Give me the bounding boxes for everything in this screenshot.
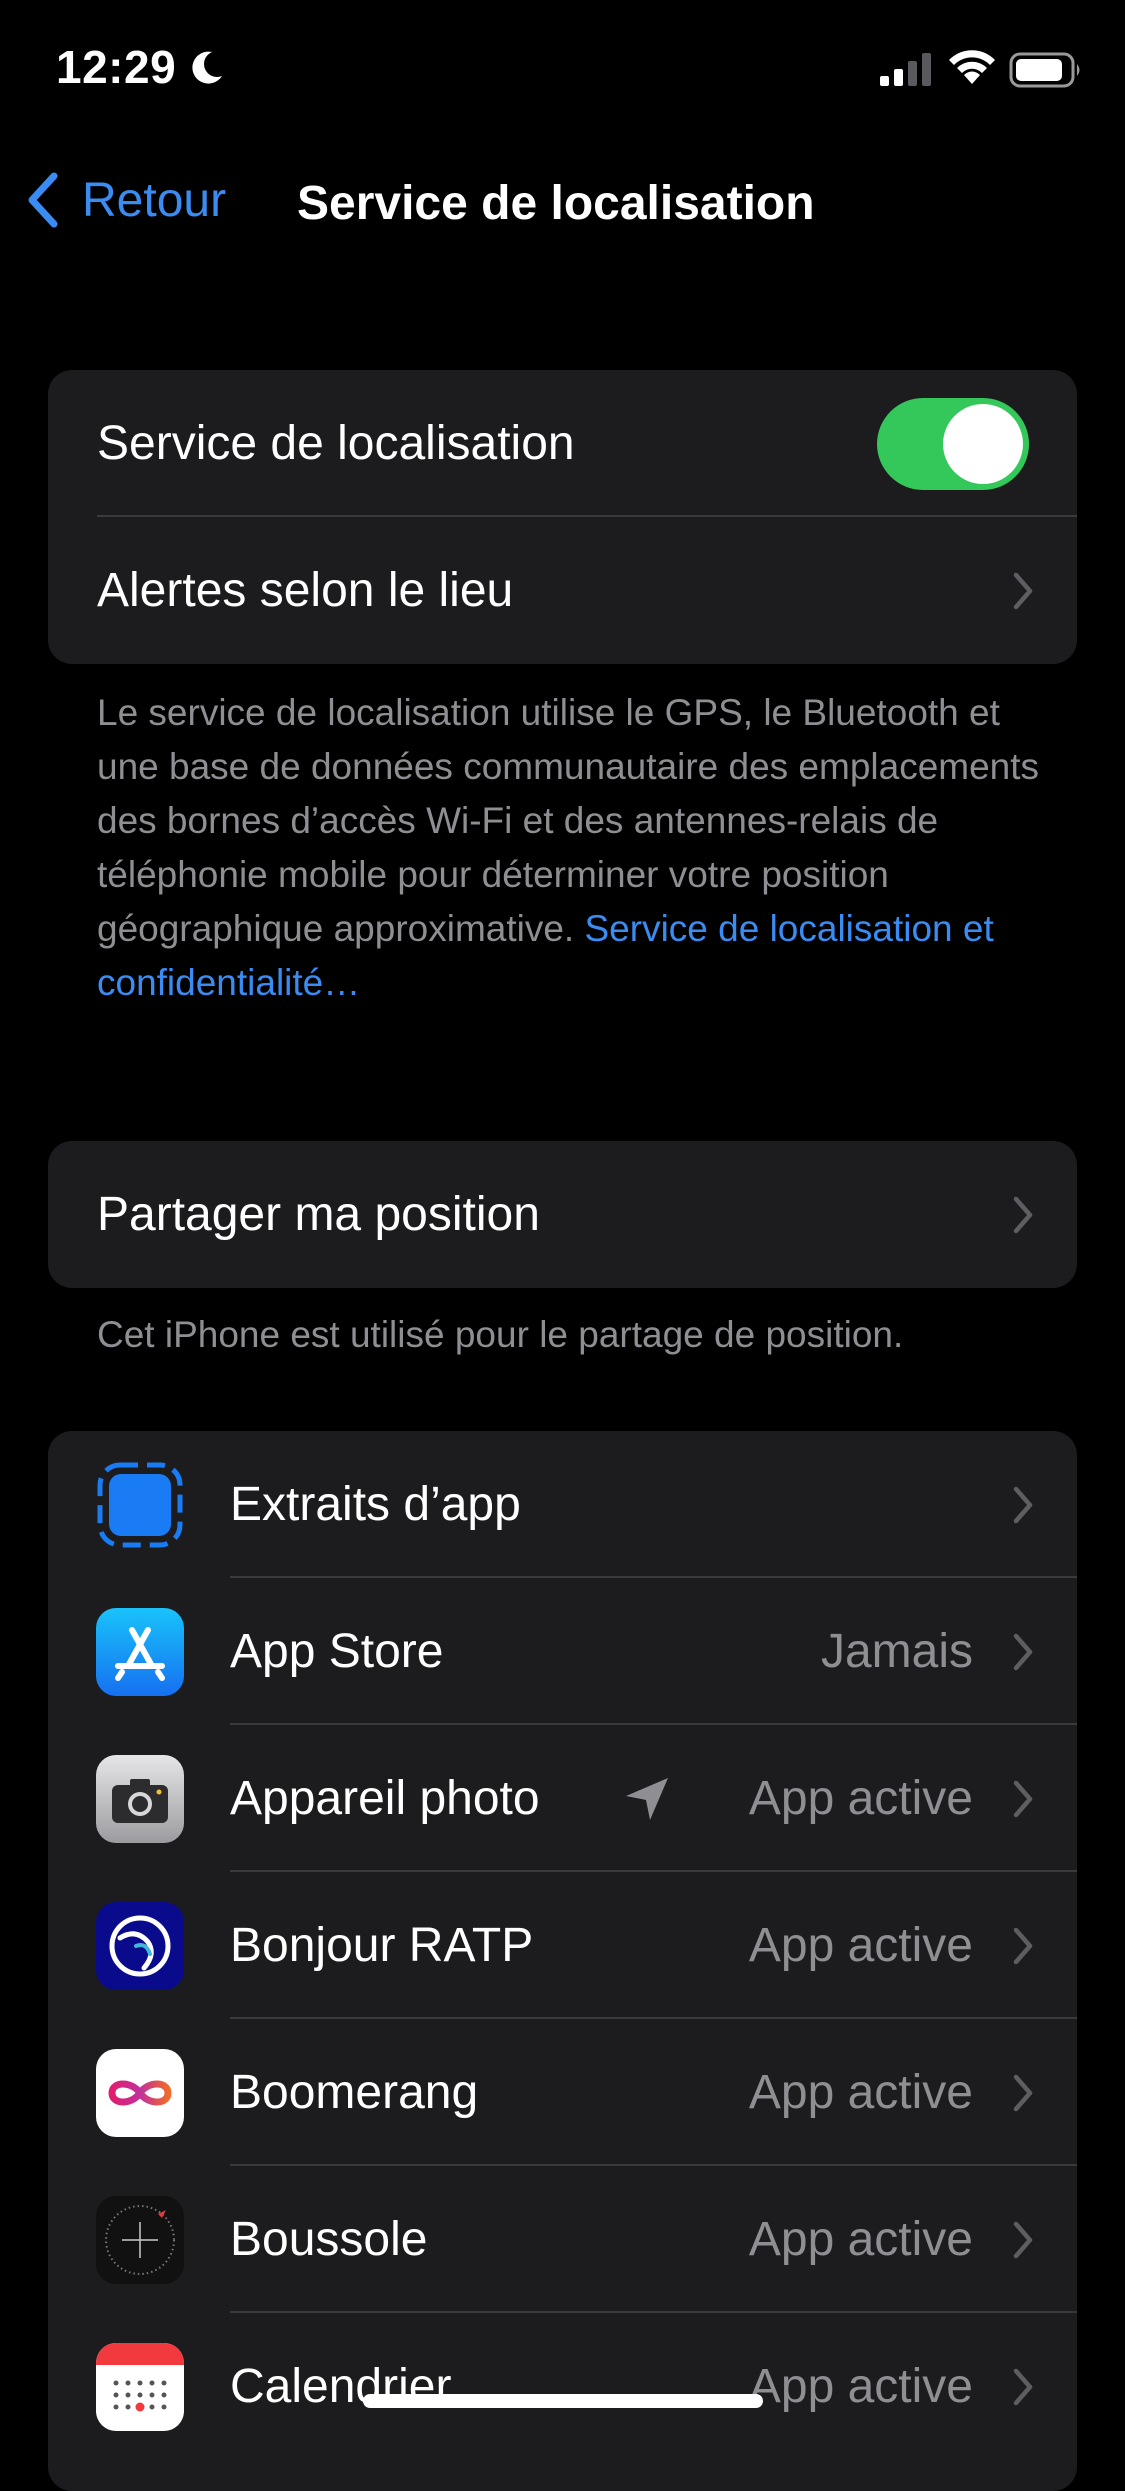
share-location-card: Partager ma position	[48, 1141, 1077, 1288]
app-permission-value: App active	[748, 1919, 973, 1972]
app-store-icon	[96, 1607, 184, 1696]
app-name: App Store	[230, 1625, 444, 1678]
moon-icon	[192, 51, 222, 84]
camera-icon	[96, 1754, 184, 1843]
app-clips-icon	[96, 1461, 184, 1549]
app-permission-value: Jamais	[820, 1625, 973, 1678]
app-row-app-store[interactable]: App Store Jamais	[48, 1578, 1077, 1725]
chevron-right-icon	[1013, 1196, 1033, 1233]
ratp-icon	[96, 1901, 184, 1990]
app-row-camera[interactable]: Appareil photo App active	[48, 1725, 1077, 1872]
app-row-boomerang[interactable]: Boomerang App active	[48, 2019, 1077, 2166]
status-time: 12:29	[56, 41, 177, 93]
location-services-row: Service de localisation	[48, 370, 1077, 517]
location-description: Le service de localisation utilise le GP…	[97, 686, 1057, 1010]
battery-icon	[1009, 52, 1080, 88]
app-row-compass[interactable]: Boussole App active	[48, 2166, 1077, 2313]
chevron-right-icon	[1013, 2074, 1033, 2111]
chevron-right-icon	[1013, 1633, 1033, 1670]
compass-icon	[96, 2195, 184, 2284]
boomerang-icon	[96, 2048, 184, 2137]
chevron-right-icon	[1013, 1780, 1033, 1817]
chevron-right-icon	[1013, 572, 1033, 609]
app-name: Boomerang	[230, 2066, 479, 2119]
app-list-card: Extraits d’app App Store Jamais Appareil…	[48, 1431, 1077, 2491]
location-services-toggle[interactable]	[877, 397, 1029, 490]
signal-icon	[880, 53, 931, 86]
share-location-label: Partager ma position	[97, 1188, 540, 1241]
toggle-knob	[943, 403, 1023, 484]
app-row-calendar[interactable]: Calendrier App active	[48, 2313, 1077, 2460]
location-alerts-label: Alertes selon le lieu	[97, 564, 514, 617]
home-indicator[interactable]	[363, 2394, 763, 2408]
status-bar: 12:29	[0, 0, 1125, 140]
chevron-right-icon	[1013, 1927, 1033, 1964]
wifi-icon	[949, 50, 995, 84]
location-settings-card: Service de localisation Alertes selon le…	[48, 370, 1077, 664]
app-row-ratp[interactable]: Bonjour RATP App active	[48, 1872, 1077, 2019]
chevron-left-icon	[28, 172, 58, 228]
location-services-label: Service de localisation	[97, 417, 575, 470]
app-permission-value: App active	[748, 2213, 973, 2266]
app-name: Extraits d’app	[230, 1478, 521, 1531]
nav-bar: Retour Service de localisation	[0, 150, 1125, 250]
chevron-right-icon	[1013, 2368, 1033, 2405]
app-permission-value: App active	[748, 1772, 973, 1825]
location-arrow-icon	[626, 1777, 668, 1820]
chevron-right-icon	[1013, 1486, 1033, 1523]
location-alerts-row[interactable]: Alertes selon le lieu	[48, 517, 1077, 664]
chevron-right-icon	[1013, 2221, 1033, 2258]
app-name: Appareil photo	[230, 1772, 540, 1825]
share-location-row[interactable]: Partager ma position	[48, 1141, 1077, 1288]
share-footer: Cet iPhone est utilisé pour le partage d…	[97, 1314, 904, 1355]
back-label: Retour	[82, 173, 227, 227]
back-button[interactable]: Retour	[24, 170, 226, 230]
app-row-app-clips[interactable]: Extraits d’app	[48, 1431, 1077, 1578]
app-permission-value: App active	[748, 2066, 973, 2119]
calendar-icon	[96, 2342, 184, 2431]
app-name: Bonjour RATP	[230, 1919, 534, 1972]
app-name: Boussole	[230, 2213, 428, 2266]
page-title: Service de localisation	[297, 177, 815, 230]
app-permission-value: App active	[748, 2360, 973, 2413]
